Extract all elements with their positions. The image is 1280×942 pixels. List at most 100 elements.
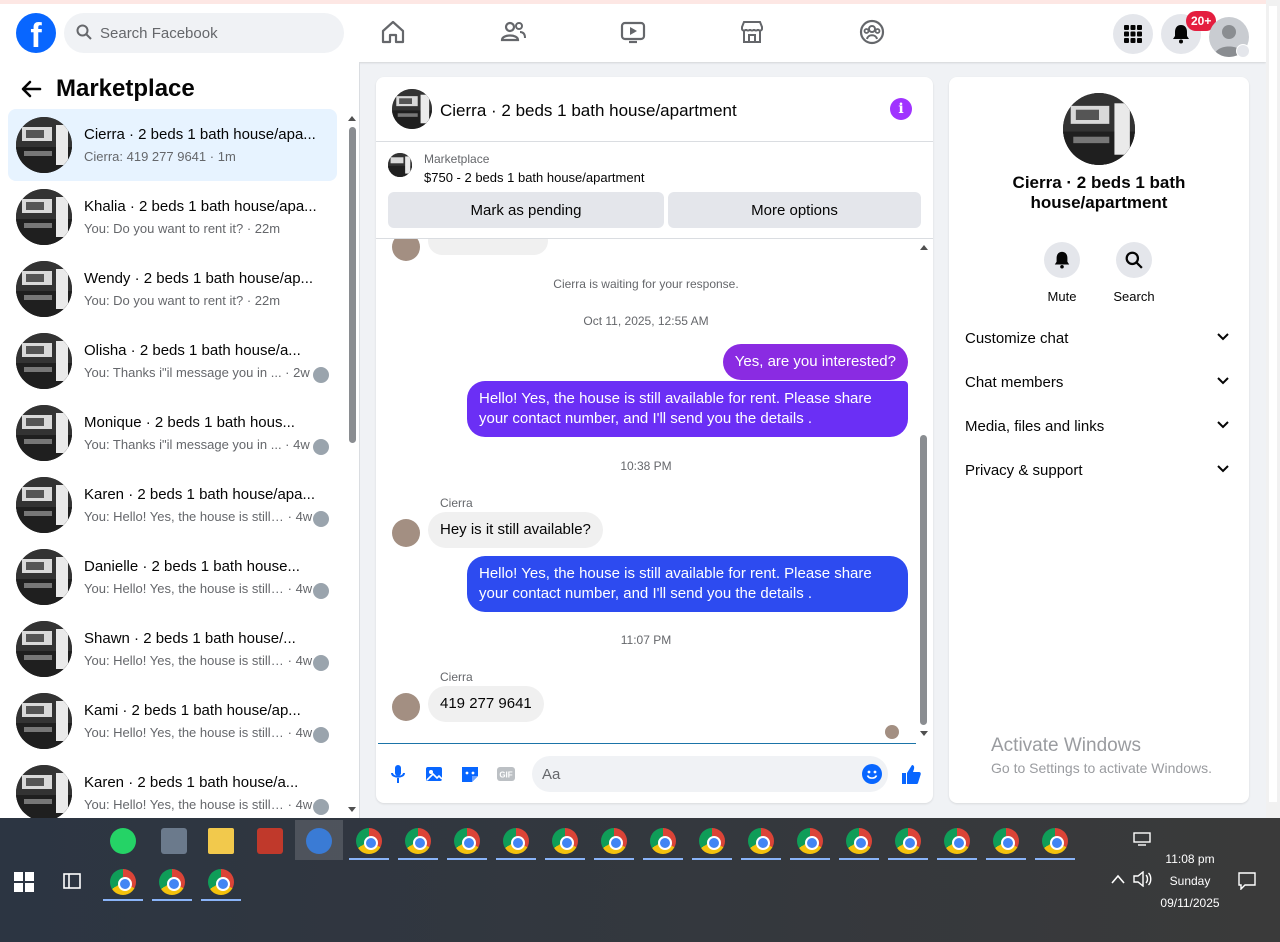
chrome-icon[interactable] xyxy=(405,828,431,854)
conversation-item[interactable]: Kami · 2 beds 1 bath house/ap... You: Hel… xyxy=(8,685,337,757)
chrome-icon[interactable] xyxy=(454,828,480,854)
volume-icon[interactable] xyxy=(1132,871,1152,887)
chrome-icon[interactable] xyxy=(601,828,627,854)
listing-avatar-large[interactable] xyxy=(1063,93,1135,165)
scroll-up-icon[interactable] xyxy=(347,114,357,122)
file-explorer-icon[interactable] xyxy=(208,828,234,854)
listing-title[interactable]: $750 - 2 beds 1 bath house/apartment xyxy=(424,170,644,185)
search-in-chat-button[interactable]: Search xyxy=(1098,242,1170,304)
task-view-icon[interactable] xyxy=(62,872,82,890)
marketplace-icon[interactable] xyxy=(738,18,766,46)
thumbs-up-icon[interactable] xyxy=(900,763,922,785)
chat-scroll-down-icon[interactable] xyxy=(919,730,929,738)
chrome-icon[interactable] xyxy=(846,828,872,854)
chevron-down-icon xyxy=(1217,465,1229,473)
message-input[interactable] xyxy=(542,756,842,792)
home-icon[interactable] xyxy=(379,18,407,46)
chrome-icon[interactable] xyxy=(503,828,529,854)
conversation-time: 2w xyxy=(293,365,310,380)
chevron-up-icon[interactable] xyxy=(1111,874,1125,884)
chat-scrollbar-thumb[interactable] xyxy=(920,435,927,725)
chrome-icon[interactable] xyxy=(552,828,578,854)
conversation-item[interactable]: Khalia · 2 beds 1 bath house/apa... You: … xyxy=(8,181,337,253)
calculator-icon[interactable] xyxy=(161,828,187,854)
conversation-title: Wendy · 2 beds 1 bath house/ap... xyxy=(84,270,314,287)
mute-button[interactable]: Mute xyxy=(1026,242,1098,304)
sticker-icon[interactable] xyxy=(460,764,480,784)
sidebar-scrollbar-thumb[interactable] xyxy=(349,127,356,443)
conversation-item[interactable]: Danielle · 2 beds 1 bath house... You: He… xyxy=(8,541,337,613)
page-scrollbar[interactable] xyxy=(1266,0,1280,818)
marketplace-label: Marketplace xyxy=(424,152,490,166)
friends-icon[interactable] xyxy=(499,18,527,46)
chrome-icon[interactable] xyxy=(1042,828,1068,854)
chrome-icon[interactable] xyxy=(797,828,823,854)
chrome-icon[interactable] xyxy=(110,869,136,895)
gif-icon[interactable]: GIF xyxy=(496,764,516,784)
emoji-icon[interactable] xyxy=(862,764,882,784)
clock-time[interactable]: 11:08 pm xyxy=(1160,852,1220,866)
listing-thumbnail[interactable] xyxy=(388,153,412,177)
search-input[interactable] xyxy=(100,13,330,53)
sender-avatar[interactable] xyxy=(392,693,420,721)
chevron-down-icon xyxy=(1217,421,1229,429)
microphone-icon[interactable] xyxy=(388,764,408,784)
listing-avatar[interactable] xyxy=(392,89,432,129)
conversation-item[interactable]: Cierra · 2 beds 1 bath house/apa... Cierr… xyxy=(8,109,337,181)
message-composer[interactable] xyxy=(532,756,888,792)
incoming-message[interactable]: Hey is it still available? xyxy=(428,512,603,548)
search-box[interactable] xyxy=(64,13,344,53)
notification-center-icon[interactable] xyxy=(1238,872,1256,890)
outgoing-message[interactable]: Yes, are you interested? xyxy=(722,344,908,380)
network-icon[interactable] xyxy=(1133,832,1151,846)
menu-grid-button[interactable] xyxy=(1113,14,1153,54)
windows-start-icon[interactable] xyxy=(14,872,34,892)
video-icon[interactable] xyxy=(619,18,647,46)
account-caret-icon[interactable] xyxy=(1236,44,1250,58)
mark-as-pending-button[interactable]: Mark as pending xyxy=(388,192,664,228)
details-section-item[interactable]: Customize chat xyxy=(957,319,1241,359)
chrome-icon[interactable] xyxy=(356,828,382,854)
conversation-title: Olisha · 2 beds 1 bath house/a... xyxy=(84,342,301,359)
clock-day[interactable]: Sunday xyxy=(1160,874,1220,888)
conversation-item[interactable]: Karen · 2 beds 1 bath house/apa... You: H… xyxy=(8,469,337,541)
paint-app-icon[interactable] xyxy=(306,828,332,854)
back-arrow-icon[interactable] xyxy=(20,78,42,100)
conversation-item[interactable]: Wendy · 2 beds 1 bath house/ap... You: Do… xyxy=(8,253,337,325)
facebook-logo-icon[interactable]: f xyxy=(16,13,56,53)
chrome-icon[interactable] xyxy=(208,869,234,895)
chrome-icon[interactable] xyxy=(993,828,1019,854)
outgoing-message[interactable]: Hello! Yes, the house is still available… xyxy=(467,381,908,437)
conversation-item[interactable]: Monique · 2 beds 1 bath hous... You: Than… xyxy=(8,397,337,469)
more-options-button[interactable]: More options xyxy=(668,192,921,228)
chat-scroll-up-icon[interactable] xyxy=(919,243,929,251)
whatsapp-icon[interactable] xyxy=(110,828,136,854)
conversation-item[interactable]: Olisha · 2 beds 1 bath house/a... You: Th… xyxy=(8,325,337,397)
scroll-down-icon[interactable] xyxy=(347,806,357,814)
chrome-icon[interactable] xyxy=(650,828,676,854)
kitchen-photo-icon xyxy=(392,89,432,129)
kitchen-photo-icon xyxy=(16,765,72,818)
info-icon[interactable]: i xyxy=(890,98,912,120)
details-section-item[interactable]: Chat members xyxy=(957,363,1241,403)
conversation-item[interactable]: Karen · 2 beds 1 bath house/a... You: Hel… xyxy=(8,757,337,818)
chrome-icon[interactable] xyxy=(748,828,774,854)
youtube-downloader-icon[interactable] xyxy=(257,828,283,854)
incoming-message[interactable]: 419 277 9641 xyxy=(428,686,544,722)
chrome-icon[interactable] xyxy=(895,828,921,854)
section-label: Media, files and links xyxy=(965,418,1105,435)
search-label: Search xyxy=(1113,289,1155,304)
groups-icon[interactable] xyxy=(858,18,886,46)
details-section-item[interactable]: Media, files and links xyxy=(957,407,1241,447)
sender-avatar[interactable] xyxy=(392,519,420,547)
outgoing-message[interactable]: Hello! Yes, the house is still available… xyxy=(467,556,908,612)
photo-icon[interactable] xyxy=(424,764,444,784)
chrome-icon[interactable] xyxy=(159,869,185,895)
clock-date[interactable]: 09/11/2025 xyxy=(1154,896,1226,910)
conversation-item[interactable]: Shawn · 2 beds 1 bath house/... You: Hell… xyxy=(8,613,337,685)
chrome-icon[interactable] xyxy=(944,828,970,854)
chrome-icon[interactable] xyxy=(699,828,725,854)
separator: · xyxy=(281,437,294,452)
details-section-item[interactable]: Privacy & support xyxy=(957,451,1241,491)
kitchen-photo-icon xyxy=(16,549,72,605)
